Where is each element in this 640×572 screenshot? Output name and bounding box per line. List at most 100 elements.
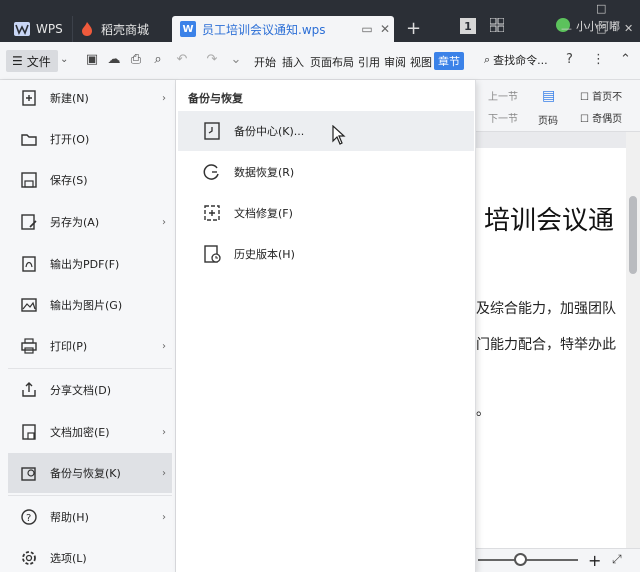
- tab-review[interactable]: 审阅: [384, 54, 406, 70]
- menu-item-save[interactable]: 保存(S): [8, 160, 172, 200]
- vertical-scrollbar[interactable]: [626, 132, 640, 550]
- command-search[interactable]: ⌕ 查找命令...: [484, 52, 548, 68]
- tab-home[interactable]: 开始: [254, 54, 276, 70]
- more-options-icon[interactable]: ⋮: [592, 52, 605, 67]
- toolbar-more-icon[interactable]: ⌄: [228, 52, 244, 68]
- backup-icon: [21, 467, 36, 481]
- command-search-label: 查找命令...: [493, 54, 548, 67]
- menu-item-label: 另存为(A): [50, 216, 100, 229]
- menu-item-label: 输出为PDF(F): [50, 258, 120, 271]
- submenu-item-doc-repair[interactable]: 文档修复(F): [178, 193, 474, 233]
- scrollbar-thumb[interactable]: [629, 196, 637, 274]
- page-number-icon: ▤: [542, 88, 556, 104]
- first-page-label: 首页不: [592, 92, 623, 103]
- submenu-item-history-version[interactable]: 历史版本(H): [178, 234, 474, 274]
- main-toolbar: ☰ 文件 ⌄ ▣ ☁ ⎙ ⌕ ↶ ↷ ⌄ 开始 插入 页面布局 引用 审阅 视图…: [0, 42, 640, 80]
- mouse-cursor-icon: [332, 125, 346, 145]
- tab-window-icon[interactable]: ▭: [358, 22, 376, 36]
- submenu-item-backup-center[interactable]: 备份中心(K)...: [178, 111, 474, 151]
- collapse-ribbon-icon[interactable]: ⌃: [620, 52, 631, 67]
- wps-logo-icon: [14, 22, 30, 36]
- lock-icon: [22, 424, 36, 440]
- menu-item-label: 新建(N): [50, 92, 89, 105]
- menu-item-encrypt[interactable]: 文档加密(E) ›: [8, 412, 172, 452]
- minimize-icon[interactable]: —: [561, 22, 572, 35]
- redo-icon[interactable]: ↷: [204, 52, 220, 68]
- odd-even-label: 奇偶页: [592, 114, 623, 125]
- submenu-item-label: 数据恢复(R): [234, 166, 295, 179]
- app-tab-wps[interactable]: WPS: [0, 16, 70, 42]
- restore-window-icon[interactable]: □: [596, 2, 606, 15]
- odd-even-checkbox[interactable]: ☐ 奇偶页: [580, 110, 622, 125]
- tab-view[interactable]: 视图: [410, 54, 432, 70]
- tab-insert[interactable]: 插入: [282, 54, 304, 70]
- document-line-1: 及综合能力，加强团队: [476, 301, 616, 317]
- workspace-badge[interactable]: 1: [460, 18, 476, 34]
- undo-icon[interactable]: ↶: [174, 52, 190, 68]
- next-section-button[interactable]: 下一节: [488, 110, 518, 125]
- chevron-down-icon[interactable]: ⌄: [60, 54, 68, 65]
- maximize-icon[interactable]: □: [596, 22, 606, 35]
- menu-divider: [8, 368, 172, 369]
- zoom-in-button[interactable]: +: [588, 551, 601, 570]
- print-quick-icon[interactable]: ⎙: [128, 52, 144, 68]
- menu-item-share[interactable]: 分享文档(D): [8, 370, 172, 410]
- history-version-icon: [204, 245, 221, 263]
- close-window-icon[interactable]: ✕: [624, 22, 633, 35]
- image-icon: [21, 298, 37, 312]
- submenu-item-data-recovery[interactable]: 数据恢复(R): [178, 152, 474, 192]
- doc-type-icon: W: [180, 21, 196, 37]
- menu-item-label: 选项(L): [50, 552, 87, 565]
- submenu-arrow-icon: ›: [162, 426, 166, 438]
- new-doc-icon: [22, 90, 36, 106]
- menu-item-help[interactable]: ? 帮助(H) ›: [8, 497, 172, 537]
- submenu-item-label: 历史版本(H): [234, 248, 295, 261]
- file-menu-button[interactable]: ☰ 文件: [6, 50, 58, 72]
- section-ribbon: 上一节 下一节 ▤ 页码 ☐ 首页不 ☐ 奇偶页: [476, 80, 640, 132]
- tab-page-layout[interactable]: 页面布局: [310, 54, 354, 70]
- new-tab-button[interactable]: +: [406, 18, 421, 39]
- file-menu-label: 文件: [26, 54, 51, 69]
- menu-item-options[interactable]: 选项(L): [8, 538, 172, 572]
- menu-item-label: 打开(O): [50, 133, 90, 146]
- menu-item-new[interactable]: 新建(N) ›: [8, 78, 172, 118]
- menu-item-print[interactable]: 打印(P) ›: [8, 326, 172, 366]
- prev-section-button[interactable]: 上一节: [488, 88, 518, 103]
- menu-item-label: 保存(S): [50, 174, 88, 187]
- store-tab[interactable]: 稻壳商城: [72, 16, 168, 42]
- tab-references[interactable]: 引用: [358, 54, 380, 70]
- submenu-arrow-icon: ›: [162, 340, 166, 352]
- tab-section[interactable]: 章节: [434, 52, 464, 70]
- fullscreen-icon[interactable]: ⤢: [612, 552, 622, 567]
- menu-item-label: 输出为图片(G): [50, 299, 123, 312]
- submenu-item-label: 备份中心(K)...: [234, 125, 305, 138]
- store-tab-label: 稻壳商城: [101, 22, 150, 37]
- data-recovery-icon: [203, 164, 219, 180]
- document-title-text: 培训会议通: [484, 206, 615, 236]
- first-page-checkbox[interactable]: ☐ 首页不: [580, 88, 622, 103]
- close-tab-icon[interactable]: ✕: [376, 22, 394, 36]
- folder-icon: [21, 134, 37, 146]
- submenu-arrow-icon: ›: [162, 511, 166, 523]
- app-tab-label: WPS: [36, 22, 63, 36]
- menu-item-backup-restore[interactable]: 备份与恢复(K) ›: [8, 453, 172, 493]
- document-line-2: 门能力配合，特举办此: [476, 337, 616, 353]
- cloud-icon[interactable]: ☁: [106, 52, 122, 68]
- zoom-slider-knob[interactable]: [514, 553, 527, 566]
- page-number-button[interactable]: 页码: [538, 112, 558, 127]
- doc-repair-icon: [204, 205, 220, 221]
- menu-item-export-pdf[interactable]: 输出为PDF(F): [8, 244, 172, 284]
- gear-icon: [22, 551, 36, 565]
- submenu-arrow-icon: ›: [162, 92, 166, 104]
- submenu-arrow-icon: ›: [162, 216, 166, 228]
- menu-item-export-image[interactable]: 输出为图片(G): [8, 285, 172, 325]
- print-preview-icon[interactable]: ⌕: [150, 52, 166, 68]
- menu-item-open[interactable]: 打开(O): [8, 119, 172, 159]
- menu-item-save-as[interactable]: 另存为(A) ›: [8, 202, 172, 242]
- zoom-slider-track[interactable]: [478, 559, 578, 561]
- help-toolbar-icon[interactable]: ?: [566, 52, 573, 67]
- save-quick-icon[interactable]: ▣: [84, 52, 100, 68]
- document-tab[interactable]: W 员工培训会议通知.wps ▭ ✕: [172, 16, 394, 42]
- menu-item-label: 帮助(H): [50, 511, 89, 524]
- apps-grid-icon[interactable]: [490, 18, 504, 32]
